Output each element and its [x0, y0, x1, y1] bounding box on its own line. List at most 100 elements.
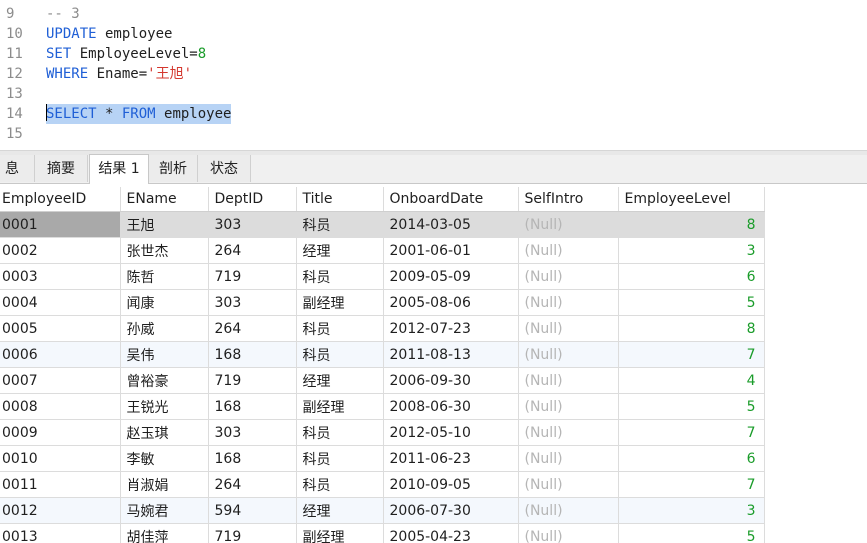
cell-selfintro[interactable]: (Null) [518, 211, 619, 238]
table-row[interactable]: 0007 曾裕豪 719 经理 2006-09-30 (Null) 4 [0, 367, 765, 394]
cell-deptid[interactable]: 303 [208, 419, 297, 446]
cell-selfintro[interactable]: (Null) [518, 237, 619, 264]
cell-onboarddate[interactable]: 2010-09-05 [383, 471, 519, 498]
cell-ename[interactable]: 肖淑娟 [120, 471, 209, 498]
cell-selfintro[interactable]: (Null) [518, 419, 619, 446]
cell-ename[interactable]: 赵玉琪 [120, 419, 209, 446]
cell-title[interactable]: 经理 [296, 237, 384, 264]
cell-ename[interactable]: 孙威 [120, 315, 209, 342]
cell-title[interactable]: 科员 [296, 471, 384, 498]
cell-employeeid[interactable]: 0001 [0, 211, 121, 238]
cell-deptid[interactable]: 719 [208, 263, 297, 290]
cell-title[interactable]: 科员 [296, 341, 384, 368]
cell-selfintro[interactable]: (Null) [518, 341, 619, 368]
cell-onboarddate[interactable]: 2006-07-30 [383, 497, 519, 524]
cell-deptid[interactable]: 303 [208, 211, 297, 238]
cell-ename[interactable]: 曾裕豪 [120, 367, 209, 394]
cell-title[interactable]: 科员 [296, 315, 384, 342]
tab-messages[interactable]: 息 [0, 155, 35, 182]
cell-deptid[interactable]: 264 [208, 237, 297, 264]
cell-title[interactable]: 科员 [296, 263, 384, 290]
table-row[interactable]: 0013 胡佳萍 719 副经理 2005-04-23 (Null) 5 [0, 523, 765, 543]
cell-deptid[interactable]: 264 [208, 315, 297, 342]
cell-ename[interactable]: 陈哲 [120, 263, 209, 290]
cell-ename[interactable]: 李敏 [120, 445, 209, 472]
cell-title[interactable]: 经理 [296, 367, 384, 394]
cell-onboarddate[interactable]: 2014-03-05 [383, 211, 519, 238]
cell-employeelevel[interactable]: 4 [618, 367, 765, 394]
cell-onboarddate[interactable]: 2001-06-01 [383, 237, 519, 264]
cell-employeelevel[interactable]: 3 [618, 237, 765, 264]
cell-onboarddate[interactable]: 2005-08-06 [383, 289, 519, 316]
cell-employeeid[interactable]: 0009 [0, 419, 121, 446]
table-row[interactable]: 0009 赵玉琪 303 科员 2012-05-10 (Null) 7 [0, 419, 765, 446]
cell-ename[interactable]: 马婉君 [120, 497, 209, 524]
cell-employeeid[interactable]: 0007 [0, 367, 121, 394]
cell-ename[interactable]: 王旭 [120, 211, 209, 238]
cell-employeelevel[interactable]: 6 [618, 445, 765, 472]
cell-onboarddate[interactable]: 2006-09-30 [383, 367, 519, 394]
cell-onboarddate[interactable]: 2012-05-10 [383, 419, 519, 446]
cell-title[interactable]: 经理 [296, 497, 384, 524]
table-row[interactable]: 0003 陈哲 719 科员 2009-05-09 (Null) 6 [0, 263, 765, 290]
cell-onboarddate[interactable]: 2009-05-09 [383, 263, 519, 290]
cell-ename[interactable]: 闻康 [120, 289, 209, 316]
cell-deptid[interactable]: 303 [208, 289, 297, 316]
table-row[interactable]: 0001 王旭 303 科员 2014-03-05 (Null) 8 [0, 211, 765, 238]
tab-profile[interactable]: 剖析 [149, 155, 198, 182]
column-header-selfintro[interactable]: SelfIntro [518, 187, 619, 212]
cell-onboarddate[interactable]: 2011-08-13 [383, 341, 519, 368]
cell-employeelevel[interactable]: 8 [618, 211, 765, 238]
cell-employeelevel[interactable]: 5 [618, 523, 765, 543]
cell-employeelevel[interactable]: 6 [618, 263, 765, 290]
table-row[interactable]: 0011 肖淑娟 264 科员 2010-09-05 (Null) 7 [0, 471, 765, 498]
cell-deptid[interactable]: 168 [208, 341, 297, 368]
column-header-title[interactable]: Title [296, 187, 384, 212]
table-row[interactable]: 0005 孙威 264 科员 2012-07-23 (Null) 8 [0, 315, 765, 342]
cell-employeeid[interactable]: 0006 [0, 341, 121, 368]
cell-title[interactable]: 副经理 [296, 393, 384, 420]
cell-onboarddate[interactable]: 2011-06-23 [383, 445, 519, 472]
cell-selfintro[interactable]: (Null) [518, 523, 619, 543]
cell-employeeid[interactable]: 0008 [0, 393, 121, 420]
cell-selfintro[interactable]: (Null) [518, 315, 619, 342]
cell-deptid[interactable]: 264 [208, 471, 297, 498]
cell-title[interactable]: 副经理 [296, 523, 384, 543]
cell-title[interactable]: 科员 [296, 445, 384, 472]
table-row[interactable]: 0010 李敏 168 科员 2011-06-23 (Null) 6 [0, 445, 765, 472]
cell-employeeid[interactable]: 0002 [0, 237, 121, 264]
cell-deptid[interactable]: 168 [208, 393, 297, 420]
cell-employeelevel[interactable]: 5 [618, 289, 765, 316]
cell-onboarddate[interactable]: 2012-07-23 [383, 315, 519, 342]
column-header-employeeid[interactable]: EmployeeID [0, 187, 121, 212]
cell-employeeid[interactable]: 0003 [0, 263, 121, 290]
cell-title[interactable]: 科员 [296, 211, 384, 238]
cell-onboarddate[interactable]: 2005-04-23 [383, 523, 519, 543]
cell-employeelevel[interactable]: 7 [618, 419, 765, 446]
sql-editor[interactable]: 9 -- 3 10 UPDATE employee 11 SET Employe… [0, 0, 867, 150]
cell-employeeid[interactable]: 0004 [0, 289, 121, 316]
cell-employeelevel[interactable]: 5 [618, 393, 765, 420]
cell-selfintro[interactable]: (Null) [518, 445, 619, 472]
column-header-deptid[interactable]: DeptID [208, 187, 297, 212]
cell-ename[interactable]: 胡佳萍 [120, 523, 209, 543]
cell-employeeid[interactable]: 0010 [0, 445, 121, 472]
cell-deptid[interactable]: 594 [208, 497, 297, 524]
table-row[interactable]: 0004 闻康 303 副经理 2005-08-06 (Null) 5 [0, 289, 765, 316]
cell-selfintro[interactable]: (Null) [518, 497, 619, 524]
cell-employeelevel[interactable]: 7 [618, 471, 765, 498]
cell-selfintro[interactable]: (Null) [518, 289, 619, 316]
cell-title[interactable]: 科员 [296, 419, 384, 446]
cell-ename[interactable]: 吴伟 [120, 341, 209, 368]
table-row[interactable]: 0006 吴伟 168 科员 2011-08-13 (Null) 7 [0, 341, 765, 368]
cell-deptid[interactable]: 719 [208, 367, 297, 394]
table-row[interactable]: 0012 马婉君 594 经理 2006-07-30 (Null) 3 [0, 497, 765, 524]
cell-deptid[interactable]: 719 [208, 523, 297, 543]
result-grid[interactable]: EmployeeID EName DeptID Title OnboardDat… [0, 187, 867, 543]
cell-title[interactable]: 副经理 [296, 289, 384, 316]
cell-onboarddate[interactable]: 2008-06-30 [383, 393, 519, 420]
column-header-employeelevel[interactable]: EmployeeLevel [618, 187, 765, 212]
cell-employeeid[interactable]: 0013 [0, 523, 121, 543]
cell-selfintro[interactable]: (Null) [518, 393, 619, 420]
tab-status[interactable]: 状态 [198, 155, 251, 182]
